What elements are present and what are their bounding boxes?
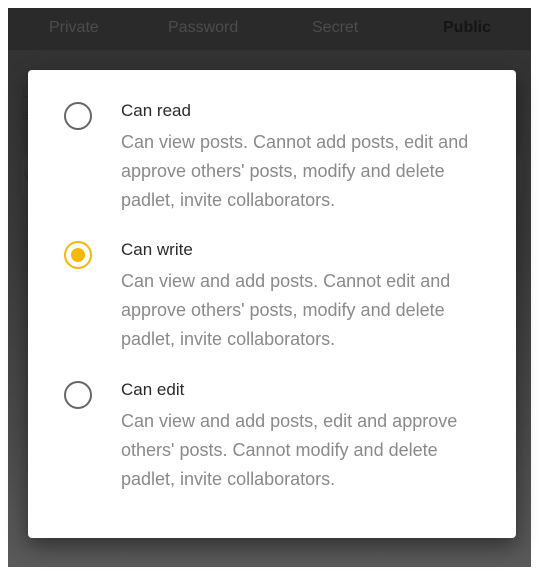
tab-password[interactable]: Password	[168, 19, 238, 37]
option-title: Can read	[121, 101, 191, 120]
radio-checked-icon[interactable]	[64, 241, 92, 269]
tab-secret[interactable]: Secret	[312, 19, 358, 37]
privacy-tabs: Private Password Secret Public	[8, 8, 531, 50]
permission-dialog: Can read Can view posts. Cannot add post…	[28, 70, 516, 538]
option-description: Can view and add posts. Cannot edit and …	[121, 271, 451, 349]
radio-unchecked-icon[interactable]	[64, 102, 92, 130]
option-description: Can view posts. Cannot add posts, edit a…	[121, 132, 469, 210]
tab-private[interactable]: Private	[49, 19, 99, 37]
option-title: Can edit	[121, 380, 185, 399]
option-title: Can write	[121, 240, 193, 259]
option-description: Can view and add posts, edit and approve…	[121, 411, 458, 489]
radio-unchecked-icon[interactable]	[64, 381, 92, 409]
tab-public[interactable]: Public	[443, 19, 491, 37]
